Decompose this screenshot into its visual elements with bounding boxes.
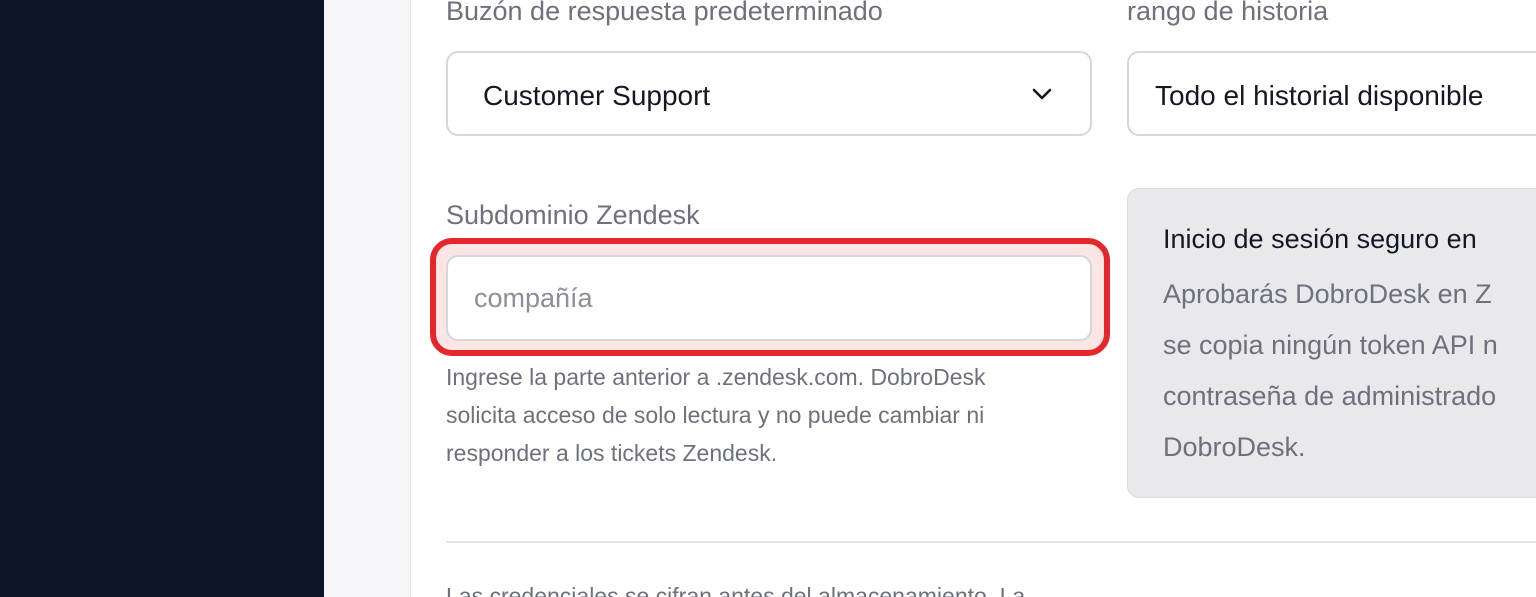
secure-login-line: DobroDesk. xyxy=(1163,432,1306,462)
secure-login-title: Inicio de sesión seguro en xyxy=(1163,224,1477,254)
subdomain-help: Ingrese la parte anterior a .zendesk.com… xyxy=(446,358,1106,472)
content-gutter xyxy=(324,0,410,597)
settings-panel: Buzón de respuesta predeterminado Custom… xyxy=(410,0,1536,597)
reply-mailbox-value: Customer Support xyxy=(483,80,711,111)
subdomain-help-line: solicita acceso de solo lectura y no pue… xyxy=(446,402,985,428)
chevron-down-icon xyxy=(1032,88,1052,100)
credentials-note: Las credenciales se cifran antes del alm… xyxy=(446,583,1026,597)
sidebar xyxy=(0,0,324,597)
secure-login-info: Inicio de sesión seguro en Aprobarás Dob… xyxy=(1127,188,1536,498)
section-divider xyxy=(446,541,1536,543)
subdomain-input[interactable] xyxy=(446,255,1092,341)
history-range-value: Todo el historial disponible xyxy=(1155,80,1484,111)
secure-login-line: Aprobarás DobroDesk en Z xyxy=(1163,279,1492,309)
history-range-select[interactable]: Todo el historial disponible xyxy=(1127,51,1536,136)
secure-login-line: se copia ningún token API n xyxy=(1163,330,1498,360)
secure-login-line: contraseña de administrado xyxy=(1163,381,1497,411)
subdomain-help-line: Ingrese la parte anterior a .zendesk.com… xyxy=(446,364,986,390)
reply-mailbox-label: Buzón de respuesta predeterminado xyxy=(446,0,883,26)
reply-mailbox-select[interactable]: Customer Support xyxy=(446,51,1092,136)
secure-login-body: Aprobarás DobroDesk en Z se copia ningún… xyxy=(1163,269,1498,473)
subdomain-label: Subdominio Zendesk xyxy=(446,200,700,230)
subdomain-help-line: responder a los tickets Zendesk. xyxy=(446,440,778,466)
history-range-label: rango de historia xyxy=(1127,0,1329,26)
